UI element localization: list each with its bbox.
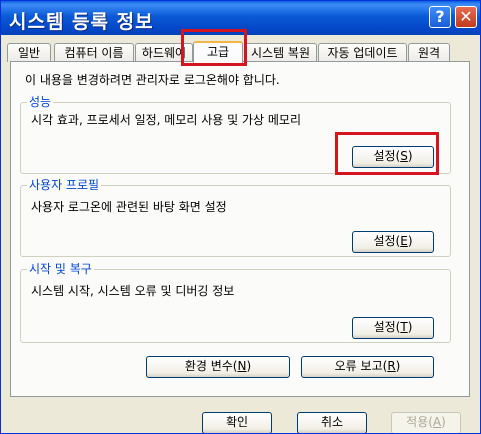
help-button[interactable]: ? bbox=[429, 6, 451, 28]
environment-variables-button[interactable]: 환경 변수(N) bbox=[146, 356, 290, 378]
user-profiles-group-title: 사용자 프로필 bbox=[27, 178, 102, 192]
cancel-button[interactable]: 취소 bbox=[297, 412, 367, 433]
tab-general[interactable]: 일반 bbox=[7, 43, 51, 62]
tab-automatic-updates[interactable]: 자동 업데이트 bbox=[318, 43, 407, 62]
user-profiles-settings-button[interactable]: 설정(E) bbox=[352, 231, 434, 253]
tab-advanced[interactable]: 고급 bbox=[193, 41, 243, 63]
tab-system-restore[interactable]: 시스템 복원 bbox=[244, 43, 317, 62]
system-properties-window: 시스템 등록 정보 ? ✕ 일반 컴퓨터 이름 하드웨어 고급 시스템 복원 자… bbox=[0, 0, 481, 434]
startup-recovery-group-title: 시작 및 복구 bbox=[27, 262, 94, 276]
close-button[interactable]: ✕ bbox=[455, 6, 477, 28]
title-bar[interactable]: 시스템 등록 정보 ? ✕ bbox=[1, 1, 480, 35]
performance-settings-button[interactable]: 설정(S) bbox=[352, 146, 434, 168]
error-reporting-button[interactable]: 오류 보고(R) bbox=[301, 356, 434, 378]
performance-description: 시각 효과, 프로세서 일정, 메모리 사용 및 가상 메모리 bbox=[31, 113, 301, 127]
tab-remote[interactable]: 원격 bbox=[408, 43, 450, 62]
tab-hardware[interactable]: 하드웨어 bbox=[135, 43, 193, 62]
window-title: 시스템 등록 정보 bbox=[9, 11, 154, 33]
tab-computer-name[interactable]: 컴퓨터 이름 bbox=[54, 43, 134, 62]
performance-group-title: 성능 bbox=[27, 95, 54, 109]
startup-recovery-settings-button[interactable]: 설정(T) bbox=[352, 317, 434, 339]
ok-button[interactable]: 확인 bbox=[202, 412, 272, 433]
startup-recovery-description: 시스템 시작, 시스템 오류 및 디버깅 정보 bbox=[31, 284, 235, 298]
admin-notice: 이 내용을 변경하려면 관리자로 로그온해야 합니다. bbox=[25, 73, 280, 87]
user-profiles-description: 사용자 로그온에 관련된 바탕 화면 설정 bbox=[31, 200, 227, 214]
apply-button[interactable]: 적용(A) bbox=[391, 412, 461, 433]
